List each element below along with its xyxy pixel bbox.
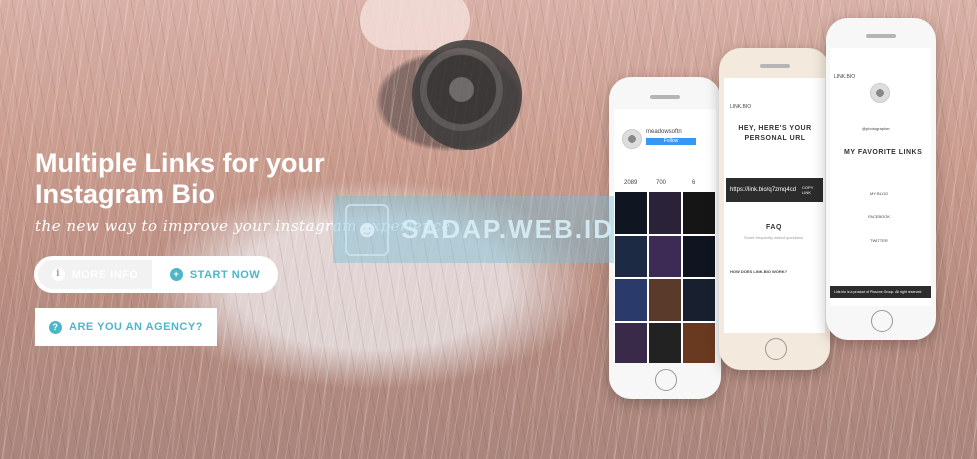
plus-circle-icon: + bbox=[169, 268, 183, 281]
start-now-button[interactable]: + START NOW bbox=[154, 258, 276, 291]
faq-question: HOW DOES LINK.BIO WORK? bbox=[730, 269, 788, 274]
stat-followers: 700 bbox=[656, 180, 667, 186]
profile-handle: @photographer bbox=[862, 126, 890, 131]
stat-posts: 2089 bbox=[624, 180, 638, 186]
link-facebook[interactable]: FACEBOOK bbox=[868, 214, 890, 219]
start-now-label: START NOW bbox=[189, 268, 261, 281]
phone-screen-right: LINK.BIO @photographer MY FAVORITE LINKS… bbox=[830, 48, 931, 306]
url-text: https://link.bio/q7zmq4cd bbox=[730, 187, 797, 193]
faq-heading: FAQ bbox=[766, 224, 782, 231]
watermark-text: SADAP.WEB.ID bbox=[401, 214, 614, 244]
home-button bbox=[871, 310, 893, 332]
personal-url-heading: HEY, HERE'S YOUR PERSONAL URL bbox=[738, 125, 812, 142]
phone-screen-middle: LINK.BIO HEY, HERE'S YOUR PERSONAL URL h… bbox=[724, 78, 825, 333]
phone-mockup-right: LINK.BIO @photographer MY FAVORITE LINKS… bbox=[826, 18, 936, 340]
profile-avatar bbox=[870, 83, 890, 103]
more-info-label: MORE INFO bbox=[71, 268, 139, 281]
follow-button: Follow bbox=[646, 138, 696, 145]
spy-logo-icon: ☻ bbox=[345, 203, 390, 256]
watermark: ☻ SADAP.WEB.ID bbox=[333, 196, 614, 263]
cta-button-group: i MORE INFO + START NOW bbox=[34, 256, 278, 293]
question-icon: ? bbox=[49, 320, 63, 334]
phone-mockup-left: meadowsoftn Follow 2089 700 6 bbox=[609, 77, 721, 399]
faq-subtitle: Some frequently asked questions bbox=[744, 235, 804, 240]
phone-screen-left: meadowsoftn Follow 2089 700 6 bbox=[614, 109, 716, 363]
home-button bbox=[764, 338, 787, 360]
phone-mockup-middle: LINK.BIO HEY, HERE'S YOUR PERSONAL URL h… bbox=[719, 48, 830, 370]
phone-speaker bbox=[866, 34, 896, 38]
copy-link: COPY LINK bbox=[802, 185, 814, 195]
stat-following: 6 bbox=[692, 180, 696, 186]
agency-button[interactable]: ? ARE YOU AN AGENCY? bbox=[35, 308, 217, 346]
photo-grid bbox=[615, 192, 715, 363]
phone-speaker bbox=[759, 64, 790, 68]
phone-speaker bbox=[650, 95, 680, 99]
footer-bar: Link.bio is a product of Plusone Group. … bbox=[830, 286, 931, 298]
link-twitter[interactable]: TWITTER bbox=[870, 238, 888, 243]
home-button bbox=[655, 369, 677, 391]
profile-username: meadowsoftn bbox=[646, 129, 682, 135]
link-blog[interactable]: MY BLOG bbox=[870, 191, 888, 196]
info-icon: i bbox=[51, 268, 65, 281]
profile-avatar bbox=[622, 129, 642, 149]
brand-label: LINK.BIO bbox=[834, 74, 856, 80]
url-bar: https://link.bio/q7zmq4cd COPY LINK bbox=[726, 178, 823, 202]
brand-label: LINK.BIO bbox=[730, 104, 752, 110]
agency-label: ARE YOU AN AGENCY? bbox=[69, 321, 203, 333]
favorite-links-heading: MY FAVORITE LINKS bbox=[844, 149, 923, 156]
more-info-button[interactable]: i MORE INFO bbox=[36, 258, 154, 291]
camera-image bbox=[412, 40, 522, 150]
